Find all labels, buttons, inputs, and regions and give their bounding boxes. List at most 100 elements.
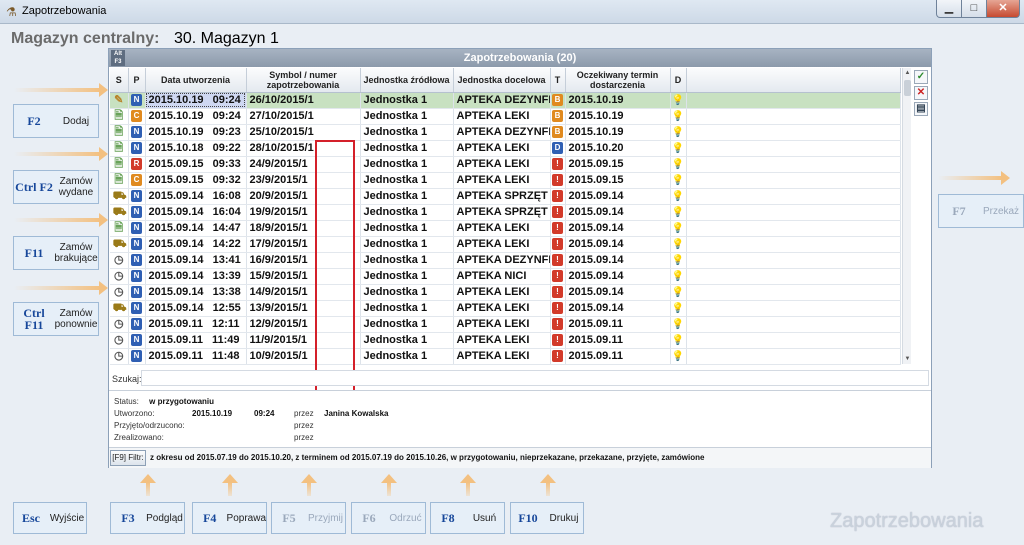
- time-cell: 16:08: [212, 190, 241, 202]
- scroll-thumb[interactable]: [904, 80, 911, 96]
- columns-icon[interactable]: ▤: [914, 102, 928, 116]
- cell-symbol: 19/9/2015/1: [246, 204, 361, 221]
- table-row[interactable]: ⛟ N 2015.09.14 16:04 19/9/2015/1 Jednostka 1…: [110, 204, 901, 221]
- col-header-source[interactable]: Jednostka źródłowa: [360, 68, 454, 93]
- cell-fill: [686, 124, 901, 141]
- cell-p: N: [128, 332, 146, 349]
- cell-s: ◷: [110, 284, 129, 301]
- scroll-down-icon[interactable]: ▼: [903, 354, 912, 364]
- table-row[interactable]: ✎ N 2015.10.19 09:24 26/10/2015/1 Jednostka …: [110, 92, 901, 109]
- table-row[interactable]: 🗎 N 2015.10.18 09:22 28/10/2015/1 Jednostka …: [110, 140, 901, 157]
- add-button[interactable]: F2 Dodaj: [13, 104, 99, 138]
- table-row[interactable]: 🗎 C 2015.10.19 09:24 27/10/2015/1 Jednostka …: [110, 108, 901, 125]
- exit-button[interactable]: Esc Wyjście: [13, 502, 87, 534]
- cell-p: N: [128, 188, 146, 205]
- cell-p: N: [128, 268, 146, 285]
- table-row[interactable]: ◷ N 2015.09.11 11:49 11/9/2015/1 Jednostka 1…: [110, 332, 901, 349]
- cell-s: ◷: [110, 332, 129, 349]
- cell-fill: [686, 220, 901, 237]
- order-missing-button[interactable]: F11 Zamów brakujące: [13, 236, 99, 270]
- cell-dst: APTEKA DEZYNFE: [453, 92, 551, 109]
- cell-dst: APTEKA SPRZĘT N: [453, 204, 551, 221]
- expected-date-cell: 2015.10.19: [568, 126, 624, 138]
- cell-src: Jednostka 1: [360, 172, 454, 189]
- table-row[interactable]: ◷ N 2015.09.14 13:41 16/9/2015/1 Jednostka 1…: [110, 252, 901, 269]
- table-row[interactable]: ◷ N 2015.09.14 13:38 14/9/2015/1 Jednostka 1…: [110, 284, 901, 301]
- edit-button[interactable]: F4 Poprawa: [192, 502, 267, 534]
- cell-src: Jednostka 1: [360, 188, 454, 205]
- cell-d: 💡: [670, 204, 687, 221]
- source-cell: Jednostka 1: [363, 94, 428, 106]
- cell-symbol: 12/9/2015/1: [246, 316, 361, 333]
- cell-t: !: [550, 252, 566, 269]
- expected-date-cell: 2015.10.19: [568, 110, 624, 122]
- delete-button[interactable]: F8 Usuń: [430, 502, 505, 534]
- table-row[interactable]: 🗎 N 2015.10.19 09:23 25/10/2015/1 Jednostka …: [110, 124, 901, 141]
- col-header-date[interactable]: Data utworzenia: [145, 68, 247, 93]
- table-row[interactable]: ⛟ N 2015.09.14 14:22 17/9/2015/1 Jednostka 1…: [110, 236, 901, 253]
- transfer-button[interactable]: F7 Przekaż: [938, 194, 1024, 228]
- cell-fill: [686, 108, 901, 125]
- table-row[interactable]: ⛟ N 2015.09.14 16:08 20/9/2015/1 Jednostka 1…: [110, 188, 901, 205]
- cell-dst: APTEKA LEKI: [453, 108, 551, 125]
- uncheck-all-icon[interactable]: ✕: [914, 86, 928, 100]
- print-button[interactable]: F10 Drukuj: [510, 502, 584, 534]
- filter-summary: z okresu od 2015.07.19 do 2015.10.20, z …: [150, 453, 705, 462]
- lightbulb-icon: 💡: [671, 126, 685, 138]
- cell-expected: 2015.09.14: [565, 188, 671, 205]
- date-cell: 2015.09.11: [148, 318, 203, 330]
- expected-date-cell: 2015.10.19: [568, 94, 624, 106]
- preview-button[interactable]: F3 Podgląd: [110, 502, 185, 534]
- cell-dst: APTEKA LEKI: [453, 348, 551, 365]
- cell-expected: 2015.09.14: [565, 300, 671, 317]
- col-header-s[interactable]: S: [110, 68, 129, 93]
- cell-d: 💡: [670, 300, 687, 317]
- accept-button[interactable]: F5 Przyjmij: [271, 502, 346, 534]
- table-row[interactable]: 🗎 C 2015.09.15 09:32 23/9/2015/1 Jednostka 1…: [110, 172, 901, 189]
- table-row[interactable]: ◷ N 2015.09.14 13:39 15/9/2015/1 Jednostka 1…: [110, 268, 901, 285]
- order-issued-button[interactable]: Ctrl F2 Zamów wydane: [13, 170, 99, 204]
- col-header-d[interactable]: D: [670, 68, 687, 93]
- maximize-button[interactable]: □: [961, 0, 987, 18]
- cell-s: 🗎: [110, 124, 129, 141]
- expected-date-cell: 2015.09.14: [568, 270, 624, 282]
- col-header-expected[interactable]: Oczekiwany termin dostarczenia: [565, 68, 671, 93]
- cell-p: N: [128, 204, 146, 221]
- vertical-scrollbar[interactable]: ▲ ▼: [902, 68, 911, 364]
- cell-src: Jednostka 1: [360, 204, 454, 221]
- table-row[interactable]: ◷ N 2015.09.11 12:11 12/9/2015/1 Jednostka 1…: [110, 316, 901, 333]
- arrow-up-icon: [381, 474, 397, 496]
- col-header-p[interactable]: P: [128, 68, 146, 93]
- table-row[interactable]: 🗎 R 2015.09.15 09:33 24/9/2015/1 Jednostka 1…: [110, 156, 901, 173]
- cell-date: 2015.10.18 09:22: [145, 140, 247, 157]
- cell-src: Jednostka 1: [360, 220, 454, 237]
- cell-src: Jednostka 1: [360, 236, 454, 253]
- symbol-cell: 14/9/2015/1: [249, 286, 308, 298]
- search-input[interactable]: [141, 370, 929, 386]
- reject-button[interactable]: F6 Odrzuć: [351, 502, 426, 534]
- key-label: F7: [952, 204, 966, 218]
- minimize-button[interactable]: ▁: [936, 0, 962, 18]
- col-header-t[interactable]: T: [550, 68, 566, 93]
- cell-fill: [686, 172, 901, 189]
- check-all-icon[interactable]: ✓: [914, 70, 928, 84]
- filter-bar: [F9] Filtr: z okresu od 2015.07.19 do 20…: [109, 447, 931, 468]
- filter-button[interactable]: [F9] Filtr:: [110, 450, 146, 466]
- cell-p: N: [128, 124, 146, 141]
- alt-f3-button[interactable]: Alt F3: [111, 50, 125, 66]
- table-row[interactable]: ⛟ N 2015.09.14 12:55 13/9/2015/1 Jednostka 1…: [110, 300, 901, 317]
- cell-date: 2015.09.14 13:38: [145, 284, 247, 301]
- col-header-destination[interactable]: Jednostka docelowa: [453, 68, 551, 93]
- cell-t: B: [550, 92, 566, 109]
- type-badge: !: [552, 270, 563, 283]
- cell-dst: APTEKA SPRZĘT N: [453, 188, 551, 205]
- table-row[interactable]: 🗎 N 2015.09.14 14:47 18/9/2015/1 Jednostka 1…: [110, 220, 901, 237]
- order-again-button[interactable]: Ctrl F11 Zamów ponownie: [13, 302, 99, 336]
- col-header-symbol[interactable]: Symbol / numer zapotrzebowania: [246, 68, 361, 93]
- expected-date-cell: 2015.10.20: [568, 142, 624, 154]
- close-button[interactable]: ✕: [986, 0, 1020, 18]
- destination-cell: APTEKA LEKI: [456, 334, 530, 346]
- cell-expected: 2015.09.14: [565, 236, 671, 253]
- scroll-up-icon[interactable]: ▲: [903, 68, 912, 78]
- table-row[interactable]: ◷ N 2015.09.11 11:48 10/9/2015/1 Jednostka 1…: [110, 348, 901, 365]
